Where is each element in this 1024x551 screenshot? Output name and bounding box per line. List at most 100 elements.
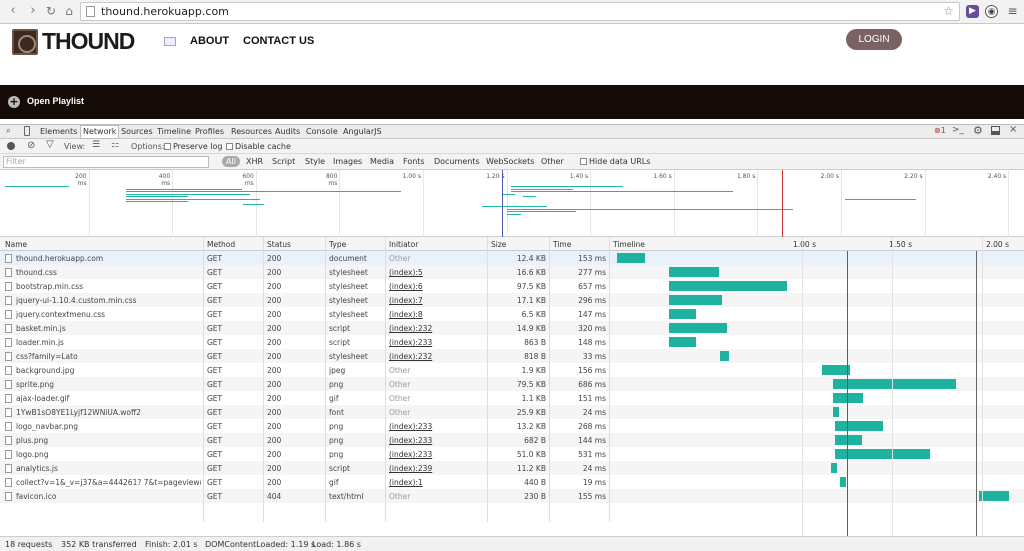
filter-script[interactable]: Script xyxy=(272,157,295,166)
home-icon[interactable]: ⌂ xyxy=(62,3,76,19)
disable-cache-checkbox[interactable]: Disable cache xyxy=(226,142,291,151)
open-playlist-bar[interactable]: + Open Playlist xyxy=(0,85,1024,119)
table-row[interactable]: loader.min.js GET 200 script (index):233 863 … xyxy=(0,335,1024,349)
filter-other[interactable]: Other xyxy=(541,157,564,166)
overview-gridline xyxy=(590,170,592,237)
table-row[interactable]: analytics.js GET 200 script (index):239 11.2 … xyxy=(0,461,1024,475)
table-row[interactable]: 1YwB1sO8YE1Lyjf12WNiUA.woff2 GET 200 font Ot… xyxy=(0,405,1024,419)
request-method: GET xyxy=(207,352,223,361)
device-mode-icon[interactable] xyxy=(24,126,30,136)
filter-all[interactable]: All xyxy=(222,156,240,167)
preserve-log-checkbox[interactable]: Preserve log xyxy=(164,142,223,151)
network-overview[interactable]: 200 ms 400 ms 600 ms 800 ms 1.00 s 1.20 s 1.40… xyxy=(0,170,1024,237)
col-name[interactable]: Name xyxy=(5,240,27,249)
request-status: 404 xyxy=(267,492,282,501)
table-row[interactable]: collect?v=1&_v=j37&a=444261? 7&t=pagevie… xyxy=(0,475,1024,489)
tab-console[interactable]: Console xyxy=(306,127,338,136)
options-label: Options: xyxy=(131,142,165,151)
tab-audits[interactable]: Audits xyxy=(275,127,300,136)
tab-network[interactable]: Network xyxy=(80,125,120,139)
table-row[interactable]: ajax-loader.gif GET 200 gif Other 1.1 KB 151 m… xyxy=(0,391,1024,405)
request-initiator[interactable]: (index):233 xyxy=(389,450,484,459)
error-icon[interactable]: ⊗1 xyxy=(934,126,946,135)
tab-profiles[interactable]: Profiles xyxy=(195,127,224,136)
extension-icon[interactable]: ▶ xyxy=(966,5,979,18)
filter-style[interactable]: Style xyxy=(305,157,325,166)
record-icon[interactable] xyxy=(7,142,15,150)
bookmark-star-icon[interactable]: ☆ xyxy=(943,4,954,18)
filter-images[interactable]: Images xyxy=(333,157,362,166)
dom-content-loaded-time: DOMContentLoaded: 1.19 s xyxy=(205,540,316,549)
request-name: jquery.contextmenu.css xyxy=(16,310,106,319)
table-row[interactable]: jquery-ui-1.10.4.custom.min.css GET 200 sty… xyxy=(0,293,1024,307)
filter-fonts[interactable]: Fonts xyxy=(403,157,425,166)
view-label: View: xyxy=(64,142,86,151)
table-row[interactable]: basket.min.js GET 200 script (index):232 14.9… xyxy=(0,321,1024,335)
inspect-icon[interactable]: ⌕ xyxy=(6,126,11,136)
tab-sources[interactable]: Sources xyxy=(121,127,153,136)
col-status[interactable]: Status xyxy=(267,240,291,249)
request-initiator[interactable]: (index):7 xyxy=(389,296,484,305)
site-logo[interactable]: THOUND xyxy=(12,28,138,55)
list-view-icon[interactable]: ☰ xyxy=(92,140,100,150)
request-initiator[interactable]: (index):1 xyxy=(389,478,484,487)
col-time[interactable]: Time xyxy=(553,240,571,249)
table-row[interactable]: background.jpg GET 200 jpeg Other 1.9 KB 156 m… xyxy=(0,363,1024,377)
filter-websockets[interactable]: WebSockets xyxy=(486,157,534,166)
table-row[interactable]: favicon.ico GET 404 text/html Other 230 B 155 … xyxy=(0,489,1024,503)
table-row[interactable]: logo.png GET 200 png (index):233 51.0 KB 531 m… xyxy=(0,447,1024,461)
clear-icon[interactable]: ⊘ xyxy=(27,140,35,151)
request-initiator[interactable]: (index):232 xyxy=(389,324,484,333)
request-type: png xyxy=(329,436,344,445)
gear-icon[interactable]: ⚙ xyxy=(973,124,983,137)
dock-icon[interactable] xyxy=(991,126,1000,135)
tab-angularjs[interactable]: AngularJS xyxy=(343,127,382,136)
table-row[interactable]: thound.herokuapp.com GET 200 document Other 1… xyxy=(0,251,1024,265)
tab-timeline[interactable]: Timeline xyxy=(157,127,191,136)
col-size[interactable]: Size xyxy=(491,240,506,249)
request-method: GET xyxy=(207,436,223,445)
filter-xhr[interactable]: XHR xyxy=(246,157,263,166)
hide-data-urls-checkbox[interactable]: Hide data URLs xyxy=(580,157,650,166)
request-initiator[interactable]: (index):232 xyxy=(389,352,484,361)
table-row[interactable]: jquery.contextmenu.css GET 200 stylesheet (i… xyxy=(0,307,1024,321)
table-row[interactable]: bootstrap.min.css GET 200 stylesheet (index)… xyxy=(0,279,1024,293)
table-row[interactable]: thound.css GET 200 stylesheet (index):5 16.6 … xyxy=(0,265,1024,279)
tab-elements[interactable]: Elements xyxy=(40,127,77,136)
filter-documents[interactable]: Documents xyxy=(434,157,480,166)
request-initiator[interactable]: (index):239 xyxy=(389,464,484,473)
request-status: 200 xyxy=(267,422,282,431)
table-row[interactable]: plus.png GET 200 png (index):233 682 B 144 ms xyxy=(0,433,1024,447)
console-drawer-icon[interactable]: >_ xyxy=(952,125,964,135)
request-initiator[interactable]: (index):8 xyxy=(389,310,484,319)
table-row[interactable]: logo_navbar.png GET 200 png (index):233 13.2 … xyxy=(0,419,1024,433)
extension-icon[interactable]: ◉ xyxy=(985,5,998,18)
close-icon[interactable]: × xyxy=(1009,124,1017,135)
forward-icon[interactable]: › xyxy=(26,3,40,19)
request-status: 200 xyxy=(267,296,282,305)
overview-icon[interactable]: ⚏ xyxy=(111,140,119,150)
table-row[interactable]: css?family=Lato GET 200 stylesheet (index):2… xyxy=(0,349,1024,363)
col-method[interactable]: Method xyxy=(207,240,235,249)
col-type[interactable]: Type xyxy=(329,240,346,249)
col-timeline[interactable]: Timeline xyxy=(613,240,645,249)
address-bar[interactable]: thound.herokuapp.com ☆ xyxy=(80,2,960,21)
request-name: analytics.js xyxy=(16,464,58,473)
filter-media[interactable]: Media xyxy=(370,157,394,166)
request-initiator[interactable]: (index):233 xyxy=(389,338,484,347)
login-button[interactable]: LOGIN xyxy=(846,29,902,50)
table-row[interactable]: sprite.png GET 200 png Other 79.5 KB 686 ms xyxy=(0,377,1024,391)
request-initiator[interactable]: (index):6 xyxy=(389,282,484,291)
filter-input[interactable]: Filter xyxy=(3,156,209,168)
reload-icon[interactable]: ↻ xyxy=(44,3,58,19)
filter-icon[interactable]: ▽ xyxy=(46,139,54,150)
back-icon[interactable]: ‹ xyxy=(6,3,20,19)
request-initiator[interactable]: (index):233 xyxy=(389,436,484,445)
col-initiator[interactable]: Initiator xyxy=(389,240,418,249)
menu-icon[interactable]: ≡ xyxy=(1006,5,1019,18)
request-initiator[interactable]: (index):233 xyxy=(389,422,484,431)
nav-about[interactable]: ABOUT xyxy=(190,35,229,47)
request-initiator[interactable]: (index):5 xyxy=(389,268,484,277)
nav-contact-us[interactable]: CONTACT US xyxy=(243,35,314,47)
tab-resources[interactable]: Resources xyxy=(231,127,272,136)
